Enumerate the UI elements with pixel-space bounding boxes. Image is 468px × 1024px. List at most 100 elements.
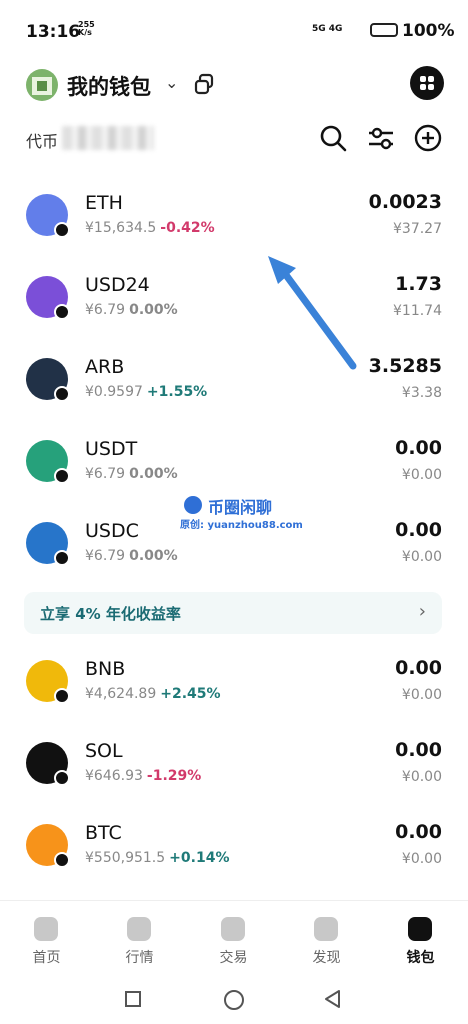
token-price-line: ¥6.79 0.00% <box>85 548 178 564</box>
market-icon <box>127 917 151 941</box>
token-amount: 0.00 <box>395 519 442 541</box>
token-change: +1.55% <box>146 384 208 400</box>
watermark: 币圈闲聊 原创: yuanzhou88.com <box>180 494 320 531</box>
chain-badge-icon <box>54 688 70 704</box>
chain-badge-icon <box>54 468 70 484</box>
tab-market[interactable]: 行情 <box>93 901 186 975</box>
token-row[interactable]: ARB ¥0.9597 +1.55% 3.5285 ¥3.38 <box>0 344 468 426</box>
home-icon <box>34 917 58 941</box>
battery-icon <box>370 23 398 37</box>
trade-icon <box>221 917 245 941</box>
token-price-line: ¥0.9597 +1.55% <box>85 384 207 400</box>
token-value: ¥0.00 <box>401 687 442 703</box>
token-row[interactable]: USD24 ¥6.79 0.00% 1.73 ¥11.74 <box>0 262 468 344</box>
token-amount: 0.00 <box>395 657 442 679</box>
wallet-icon <box>408 917 432 941</box>
signal-icon: 5G 4G <box>312 24 343 34</box>
tab-discover[interactable]: 发现 <box>280 901 373 975</box>
token-price: ¥15,634.5 <box>85 220 157 236</box>
token-row[interactable]: ETH ¥15,634.5 -0.42% 0.0023 ¥37.27 <box>0 180 468 262</box>
promo-text: 立享 4% 年化收益率 <box>40 605 181 623</box>
copy-icon[interactable] <box>193 73 215 95</box>
token-change: 0.00% <box>129 466 178 482</box>
token-value: ¥3.38 <box>401 385 442 401</box>
token-price: ¥0.9597 <box>85 384 143 400</box>
token-price: ¥6.79 <box>85 302 126 318</box>
token-symbol: BNB <box>85 658 126 680</box>
token-row[interactable]: SOL ¥646.93 -1.29% 0.00 ¥0.00 <box>0 728 468 810</box>
compass-icon <box>314 917 338 941</box>
token-value: ¥37.27 <box>393 221 442 237</box>
token-symbol: ETH <box>85 192 123 214</box>
token-value: ¥0.00 <box>401 549 442 565</box>
token-price-line: ¥6.79 0.00% <box>85 466 178 482</box>
status-bar: 13:16 255 K/s 5G 4G 100% <box>0 0 468 60</box>
grid-icon <box>420 76 434 90</box>
filter-icon[interactable] <box>366 123 396 153</box>
chain-badge-icon <box>54 770 70 786</box>
watermark-title: 币圈闲聊 <box>208 498 273 517</box>
add-token-icon[interactable] <box>413 123 443 153</box>
back-button[interactable] <box>323 989 343 1009</box>
chain-badge-icon <box>54 304 70 320</box>
token-price-line: ¥550,951.5 +0.14% <box>85 850 229 866</box>
network-speed: 255 K/s <box>78 20 95 37</box>
chain-badge-icon <box>54 852 70 868</box>
token-symbol: USDC <box>85 520 139 542</box>
search-icon[interactable] <box>318 123 348 153</box>
home-button[interactable] <box>224 990 244 1010</box>
token-price-line: ¥646.93 -1.29% <box>85 768 201 784</box>
token-change: +2.45% <box>160 686 221 702</box>
blurred-balance <box>62 126 154 150</box>
chain-badge-icon <box>54 386 70 402</box>
token-value: ¥0.00 <box>401 769 442 785</box>
token-amount: 0.00 <box>395 821 442 843</box>
apps-button[interactable] <box>410 66 444 100</box>
token-value: ¥0.00 <box>401 851 442 867</box>
token-amount: 0.00 <box>395 739 442 761</box>
tab-home[interactable]: 首页 <box>0 901 93 975</box>
token-change: -1.29% <box>146 768 202 784</box>
tab-trade[interactable]: 交易 <box>187 901 280 975</box>
token-amount: 0.0023 <box>368 191 442 213</box>
token-change: 0.00% <box>129 548 178 564</box>
wallet-title[interactable]: 我的钱包 <box>67 71 151 101</box>
token-price: ¥6.79 <box>85 466 126 482</box>
token-change: +0.14% <box>169 850 230 866</box>
token-amount: 3.5285 <box>368 355 442 377</box>
token-price: ¥550,951.5 <box>85 850 166 866</box>
bottom-tab-bar: 首页 行情 交易 发现 钱包 <box>0 900 468 975</box>
watermark-url: 原创: yuanzhou88.com <box>180 520 303 531</box>
token-change: 0.00% <box>129 302 178 318</box>
token-value: ¥11.74 <box>393 303 442 319</box>
token-price-line: ¥6.79 0.00% <box>85 302 178 318</box>
yield-promo-banner[interactable]: 立享 4% 年化收益率 › <box>24 592 442 634</box>
chain-badge-icon <box>54 550 70 566</box>
recent-apps-button[interactable] <box>125 991 141 1007</box>
token-price-line: ¥4,624.89 +2.45% <box>85 686 221 702</box>
chevron-down-icon[interactable]: ⌄ <box>165 73 178 92</box>
chevron-right-icon: › <box>418 601 426 622</box>
token-price: ¥646.93 <box>85 768 143 784</box>
avatar[interactable] <box>26 69 58 101</box>
token-toolbar: 代币 <box>0 118 468 162</box>
token-amount: 1.73 <box>395 273 442 295</box>
token-row[interactable]: BNB ¥4,624.89 +2.45% 0.00 ¥0.00 <box>0 646 468 728</box>
token-symbol: ARB <box>85 356 125 378</box>
battery-percent: 100% <box>402 21 455 41</box>
token-symbol: USDT <box>85 438 138 460</box>
wallet-header: 我的钱包 ⌄ <box>0 60 468 110</box>
token-price: ¥4,624.89 <box>85 686 157 702</box>
token-symbol: USD24 <box>85 274 150 296</box>
token-symbol: SOL <box>85 740 123 762</box>
system-nav-bar <box>0 974 468 1024</box>
watermark-logo <box>184 496 202 514</box>
token-price-line: ¥15,634.5 -0.42% <box>85 220 215 236</box>
token-change: -0.42% <box>160 220 215 236</box>
token-price: ¥6.79 <box>85 548 126 564</box>
tokens-tab[interactable]: 代币 <box>26 128 58 152</box>
token-value: ¥0.00 <box>401 467 442 483</box>
token-row[interactable]: BTC ¥550,951.5 +0.14% 0.00 ¥0.00 <box>0 810 468 892</box>
tab-wallet[interactable]: 钱包 <box>374 901 467 975</box>
chain-badge-icon <box>54 222 70 238</box>
